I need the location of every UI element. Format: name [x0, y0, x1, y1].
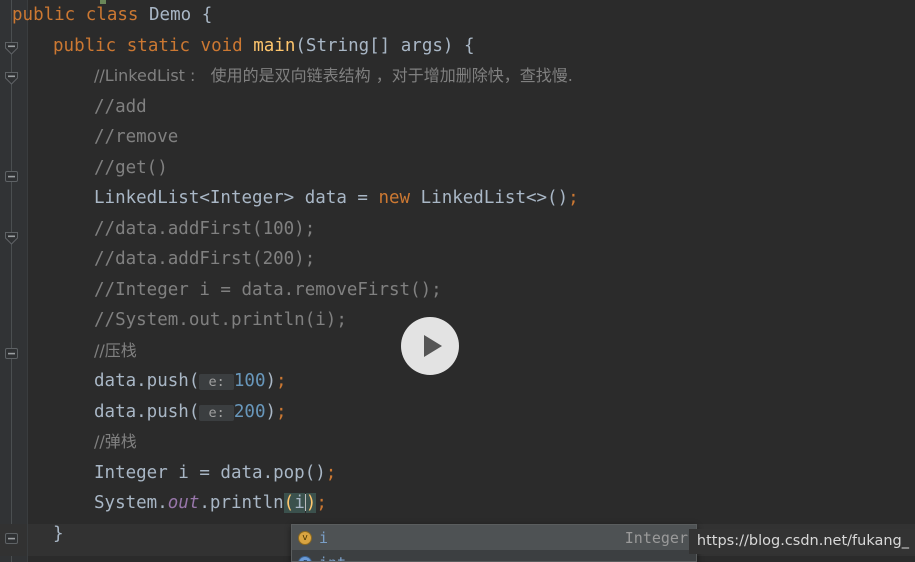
code-line[interactable]: //Integer i = data.removeFirst(); [0, 275, 915, 306]
code-token: public [12, 5, 76, 25]
code-line[interactable]: //data.addFirst(100); [0, 214, 915, 245]
autocomplete-item-type: Integer [624, 528, 688, 547]
code-token: new [378, 188, 411, 208]
code-token: static [126, 35, 190, 56]
code-token: //System.out.println(i); [94, 310, 347, 330]
code-token: out [167, 493, 200, 513]
code-line[interactable]: //data.addFirst(200); [0, 244, 915, 275]
code-line[interactable]: System.out.println(i); [0, 488, 915, 519]
code-token: ( [283, 493, 295, 513]
code-token: ; [325, 462, 337, 483]
code-token: .println [199, 493, 284, 513]
code-line[interactable]: public class Demo { [0, 0, 915, 31]
code-token: data.push( [94, 401, 200, 422]
code-token: ) [265, 401, 277, 422]
watermark-url: https://blog.csdn.net/fukang_ [688, 529, 915, 554]
code-token: //Integer i = data.removeFirst(); [94, 279, 442, 300]
code-token: ) [265, 371, 277, 391]
code-token: ; [316, 493, 327, 513]
code-token: data.push( [94, 371, 200, 391]
code-token: public [53, 35, 117, 56]
class-icon: c [298, 555, 312, 561]
code-token: //add [94, 96, 147, 117]
code-token: e: [199, 404, 234, 421]
source-code[interactable]: public class Demo {public static void ma… [0, 0, 915, 549]
code-line[interactable]: //弹栈 [0, 427, 915, 458]
code-token: class [85, 5, 139, 25]
code-token: //弹栈 [94, 432, 137, 451]
code-token: 100 [233, 371, 266, 391]
play-button[interactable] [401, 317, 459, 375]
play-triangle-icon [423, 335, 442, 357]
scrolled-text-fragment [100, 0, 106, 4]
code-token: Integer i = data.pop() [94, 462, 326, 483]
code-token: e: [199, 374, 234, 390]
code-line[interactable]: //get() [0, 153, 915, 184]
code-token: //LinkedList : 使用的是双向链表结构 ，对于增加删除快，查找慢. [94, 66, 573, 85]
code-token: Demo [149, 5, 192, 25]
code-line[interactable]: //LinkedList : 使用的是双向链表结构 ，对于增加删除快，查找慢. [0, 61, 915, 92]
autocomplete-item-label: i [319, 528, 329, 547]
code-token: //data.addFirst(200); [94, 249, 316, 269]
ide-editor-screen: public class Demo {public static void ma… [0, 0, 915, 562]
code-token: ; [276, 401, 287, 422]
autocomplete-item[interactable]: v i Integer [292, 525, 696, 550]
code-line[interactable]: //remove [0, 122, 915, 153]
variable-icon: v [298, 530, 312, 545]
code-token: ) [305, 493, 317, 513]
code-line[interactable]: Integer i = data.pop(); [0, 458, 915, 489]
code-token: ; [568, 188, 579, 208]
code-token: //get() [94, 157, 168, 178]
code-token: main [253, 35, 296, 56]
code-line[interactable]: //System.out.println(i); [0, 305, 915, 336]
code-line[interactable]: public static void main(String[] args) { [0, 31, 915, 62]
code-token: LinkedList<>() [410, 188, 569, 208]
code-token: System. [94, 493, 168, 513]
code-token: //压栈 [94, 340, 137, 360]
code-token: } [53, 523, 64, 544]
code-token: void [200, 35, 243, 56]
autocomplete-popup[interactable]: vi Integer c int [291, 524, 697, 562]
code-token: LinkedList<Integer> data = [94, 188, 379, 208]
code-line[interactable]: data.push( e: 200); [0, 397, 915, 428]
code-token: //data.addFirst(100); [94, 218, 316, 239]
code-line[interactable]: LinkedList<Integer> data = new LinkedLis… [0, 183, 915, 214]
autocomplete-item-label: int [319, 554, 688, 562]
code-token: 200 [233, 401, 266, 422]
code-line[interactable]: data.push( e: 100); [0, 366, 915, 397]
code-token: //remove [94, 127, 179, 147]
code-token: (String[] args) { [295, 35, 475, 56]
code-line[interactable]: //add [0, 92, 915, 123]
code-token: ; [276, 371, 287, 391]
code-token: { [191, 5, 213, 25]
code-token: i [294, 493, 305, 513]
autocomplete-item[interactable]: c int [292, 550, 696, 562]
